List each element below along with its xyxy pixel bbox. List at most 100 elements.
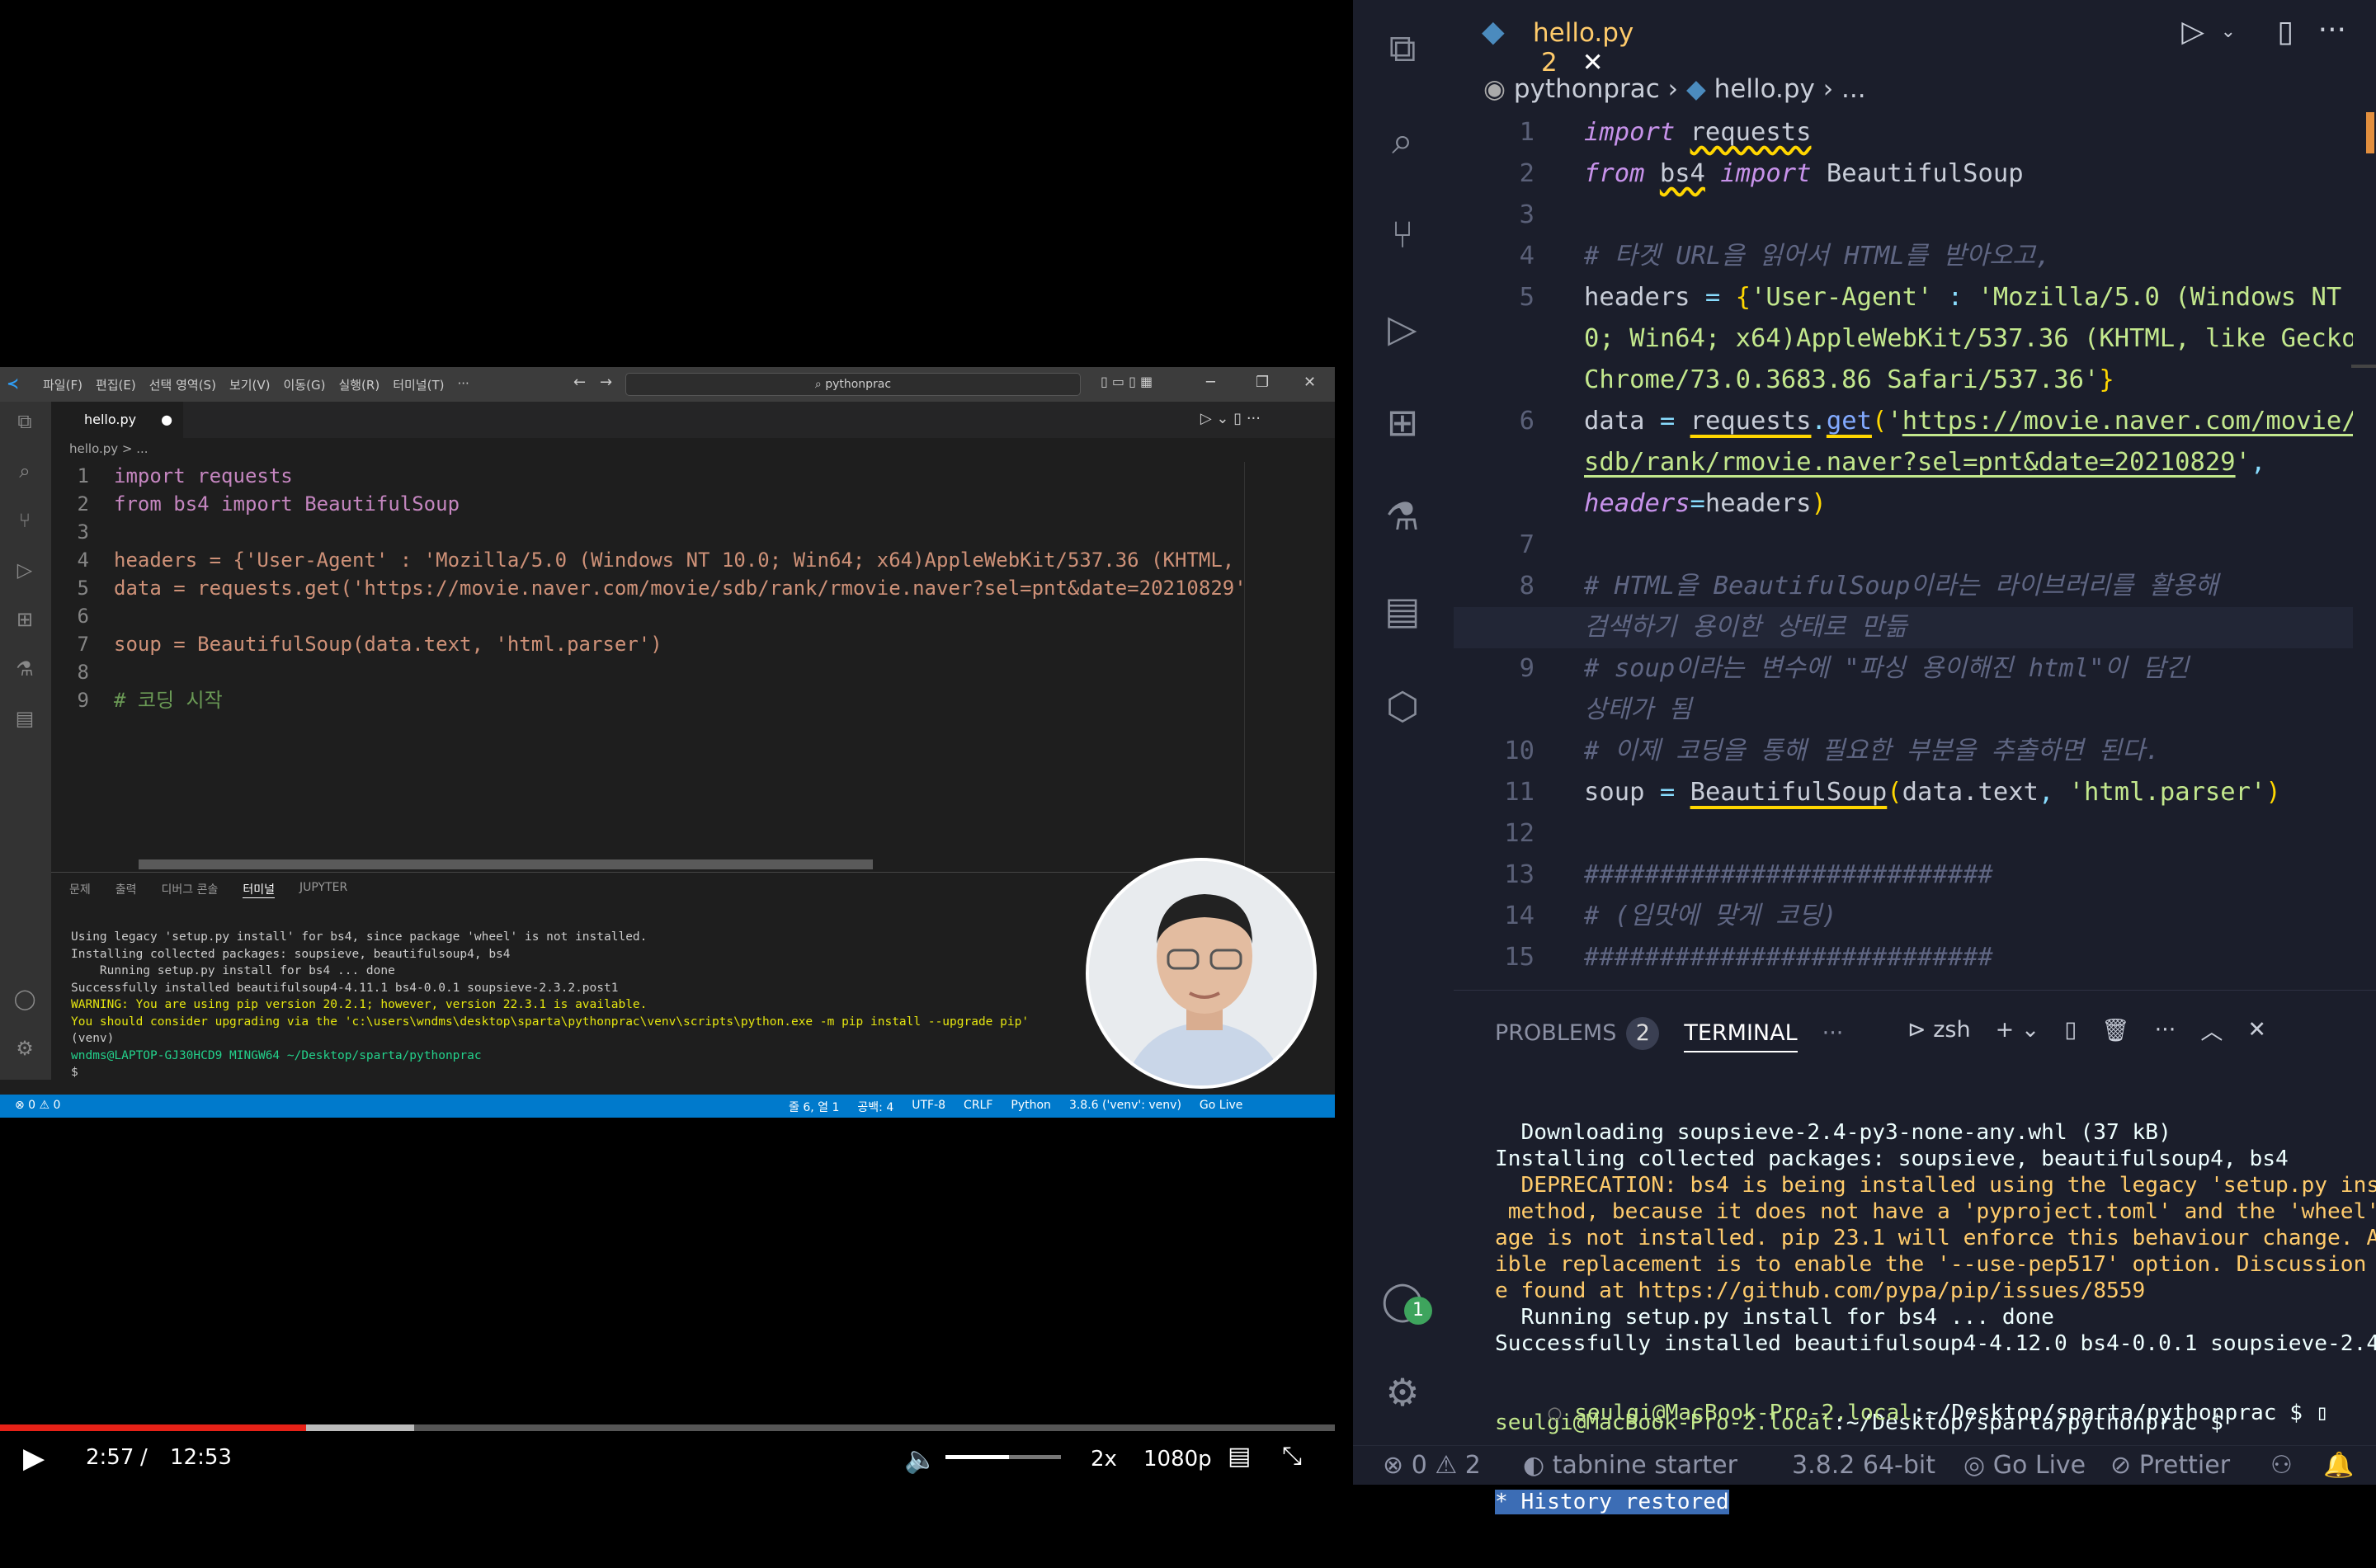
new-terminal-icon[interactable]: + ⌄ xyxy=(1996,1017,2040,1043)
tab-problems: 문제 xyxy=(69,883,91,897)
volume-level xyxy=(945,1455,1009,1459)
comment: 검색하기 용이한 상태로 만듦 xyxy=(1584,613,1907,642)
live-share-icon[interactable]: ⬡ xyxy=(1378,681,1427,731)
split-editor-icon[interactable]: ▯ xyxy=(2277,15,2294,49)
tab-problems[interactable]: PROBLEMS xyxy=(1495,1020,1616,1046)
menu-run: 실행(R) xyxy=(338,378,380,393)
code-editor[interactable]: 1 import requests 2 from bs4 import Beauti… xyxy=(1454,112,2353,977)
history-restored-line: * History restored xyxy=(1495,1489,2376,1515)
activity-bar: ⧉ ⌕ ⑂ ▷ ⊞ ⚗ ▤ ⬡ ◯ 1 ⚙ xyxy=(1353,0,1454,1485)
code-line: 6 data = requests.get('https://movie.nave… xyxy=(1454,401,2353,442)
breadcrumb-chevron-icon: › xyxy=(1667,74,1686,104)
notifications-bell-icon[interactable]: 🔔 xyxy=(2323,1451,2354,1480)
settings-gear-icon[interactable]: ⚙ xyxy=(1378,1368,1427,1417)
status-python-version[interactable]: 3.8.2 64-bit xyxy=(1792,1451,1935,1480)
terminal-line: $ xyxy=(71,1066,86,1079)
run-python-icon[interactable]: ▷ xyxy=(2181,15,2204,49)
terminal-active-prompt[interactable]: ○ seulgi@MacBook-Pro-2.local:~/Desktop/s… xyxy=(1470,1373,2329,1453)
volume-icon[interactable]: 🔈 xyxy=(904,1443,937,1475)
split-terminal-icon[interactable]: ▯ xyxy=(2064,1017,2077,1043)
code-line: 3 xyxy=(1454,195,2353,236)
status-interpreter: 3.8.6 ('venv': venv) xyxy=(1068,1099,1181,1112)
subtitles-icon[interactable]: ▤ xyxy=(1228,1442,1251,1471)
breadcrumb-symbol[interactable]: ... xyxy=(1841,74,1866,104)
video-progress-bar[interactable] xyxy=(0,1424,1335,1431)
menu-file: 파일(F) xyxy=(43,378,82,393)
terminal-line: Successfully installed beautifulsoup4-4.… xyxy=(71,981,619,995)
tab-terminal[interactable]: TERMINAL xyxy=(1684,1020,1798,1052)
tab-close-icon[interactable]: ✕ xyxy=(1582,48,1604,78)
more-icon[interactable]: ··· xyxy=(2155,1017,2176,1043)
panel-more-icon[interactable]: ··· xyxy=(1822,1020,1844,1046)
code-text: soup = BeautifulSoup(data.text, 'html.pa… xyxy=(114,633,662,656)
code-line: 10 # 이제 코딩을 통해 필요한 부분을 추출하면 된다. xyxy=(1454,731,2353,772)
tab-problem-count: 2 xyxy=(1541,48,1558,78)
code-line-wrap-current: 검색하기 용이한 상태로 만듦 xyxy=(1454,607,2353,648)
video-player[interactable]: ≺ 파일(F) 편집(E) 선택 영역(S) 보기(V) 이동(G) 실행(R)… xyxy=(0,0,1353,1485)
code-line: 4 # 타겟 URL을 읽어서 HTML를 받아오고, xyxy=(1454,236,2353,277)
run-debug-icon[interactable]: ▷ xyxy=(1378,304,1427,353)
module-name: bs4 xyxy=(1659,159,1705,188)
status-tabnine[interactable]: ◐ tabnine starter xyxy=(1523,1451,1737,1480)
code-line: 13 ########################### xyxy=(1454,855,2353,896)
url-string[interactable]: sdb/rank/rmovie.naver?sel=pnt&date=20210… xyxy=(1584,448,2236,477)
comment: # soup이라는 변수에 "파싱 용이해진 html"이 담긴 xyxy=(1584,654,2190,683)
notebook-icon[interactable]: ▤ xyxy=(1378,586,1427,635)
keyword-argument: headers xyxy=(1584,489,1690,518)
explorer-icon[interactable]: ⧉ xyxy=(1378,23,1427,73)
line-number: 7 xyxy=(1519,530,1534,559)
feedback-icon[interactable]: ⚇ xyxy=(2270,1451,2293,1480)
maximize-panel-icon[interactable]: ︿ xyxy=(2200,1014,2223,1046)
terminal-shell-icon[interactable]: ⊳ zsh xyxy=(1907,1017,1971,1043)
play-button[interactable]: ▶ xyxy=(23,1442,45,1475)
extensions-icon[interactable]: ⊞ xyxy=(1378,398,1427,447)
terminal-output[interactable]: Downloading soupsieve-2.4-py3-none-any.w… xyxy=(1495,1067,2376,1568)
vscode-logo-icon: ≺ xyxy=(7,375,20,393)
breadcrumb-chevron-icon: › xyxy=(1822,74,1842,104)
terminal-line: Using legacy 'setup.py install' for bs4,… xyxy=(71,930,648,944)
history-restored-label: * History restored xyxy=(1495,1490,1729,1514)
line-number: 12 xyxy=(1504,819,1534,848)
windows-status-bar: ⊗ 0 ⚠ 0 줄 6, 열 1 공백: 4 UTF-8 CRLF Python… xyxy=(0,1095,1335,1118)
variable: soup xyxy=(1584,778,1645,807)
breadcrumb-folder[interactable]: pythonprac xyxy=(1514,74,1660,104)
string: 'Mozilla/5.0 (Windows NT 10. xyxy=(1978,283,2353,312)
line-number: 3 xyxy=(77,520,89,544)
volume-slider[interactable] xyxy=(945,1455,1061,1459)
url-string[interactable]: https://movie.naver.com/movie/ xyxy=(1902,407,2353,436)
string: 'html.parser' xyxy=(2068,778,2266,807)
close-panel-icon[interactable]: ✕ xyxy=(2247,1017,2266,1043)
testing-icon[interactable]: ⚗ xyxy=(1378,492,1427,541)
editor-tab-bar: ◆ hello.py 2 ✕ ▷ ⌄ ▯ ··· xyxy=(1454,0,2376,78)
terminal-line: Downloading soupsieve-2.4-py3-none-any.w… xyxy=(1495,1120,2171,1145)
breadcrumb-file[interactable]: hello.py xyxy=(1714,74,1815,104)
bottom-panel: PROBLEMS 2 TERMINAL ··· ⊳ zsh + ⌄ ▯ 🗑 ··… xyxy=(1454,990,2376,1514)
more-actions-icon[interactable]: ··· xyxy=(2318,13,2346,47)
run-dropdown-icon[interactable]: ⌄ xyxy=(2221,21,2236,42)
exit-fullscreen-icon[interactable]: ⤡ xyxy=(1282,1442,1302,1471)
comment: # HTML을 BeautifulSoup이라는 라이브러리를 활용해 xyxy=(1584,572,2218,600)
status-golive[interactable]: ◎ Go Live xyxy=(1964,1451,2086,1480)
trash-icon[interactable]: 🗑 xyxy=(2101,1017,2129,1043)
code-text: from bs4 import BeautifulSoup xyxy=(114,492,460,516)
source-control-icon[interactable]: ⑂ xyxy=(1378,210,1427,259)
playback-speed-button[interactable]: 2x xyxy=(1091,1447,1117,1471)
status-prettier[interactable]: ⊘ Prettier xyxy=(2110,1451,2230,1480)
comment: # 타겟 URL을 읽어서 HTML를 받아오고, xyxy=(1584,242,2051,271)
terminal-line: (venv) xyxy=(71,1032,115,1045)
status-problems[interactable]: ⊗ 0 ⚠ 2 xyxy=(1383,1451,1481,1480)
search-icon[interactable]: ⌕ xyxy=(1378,115,1427,165)
status-problems: ⊗ 0 ⚠ 0 xyxy=(15,1099,61,1112)
code-text: data = requests.get('https://movie.naver… xyxy=(114,577,1243,600)
status-encoding: UTF-8 xyxy=(912,1099,946,1112)
status-indent: 공백: 4 xyxy=(857,1101,894,1114)
tab-hello-py[interactable]: ◆ hello.py 2 ✕ xyxy=(1454,0,1660,78)
terminal-line: Installing collected packages: soupsieve… xyxy=(1495,1147,2289,1171)
line-number: 9 xyxy=(1519,654,1534,683)
status-cursor: 줄 6, 열 1 xyxy=(789,1101,840,1114)
quality-button[interactable]: 1080p xyxy=(1143,1447,1212,1471)
keyword: from xyxy=(1584,159,1645,188)
vscode-windows-titlebar: ≺ 파일(F) 편집(E) 선택 영역(S) 보기(V) 이동(G) 실행(R)… xyxy=(0,367,1335,402)
code-line: 8 # HTML을 BeautifulSoup이라는 라이브러리를 활용해 xyxy=(1454,566,2353,607)
comment: ########################### xyxy=(1584,943,1993,972)
